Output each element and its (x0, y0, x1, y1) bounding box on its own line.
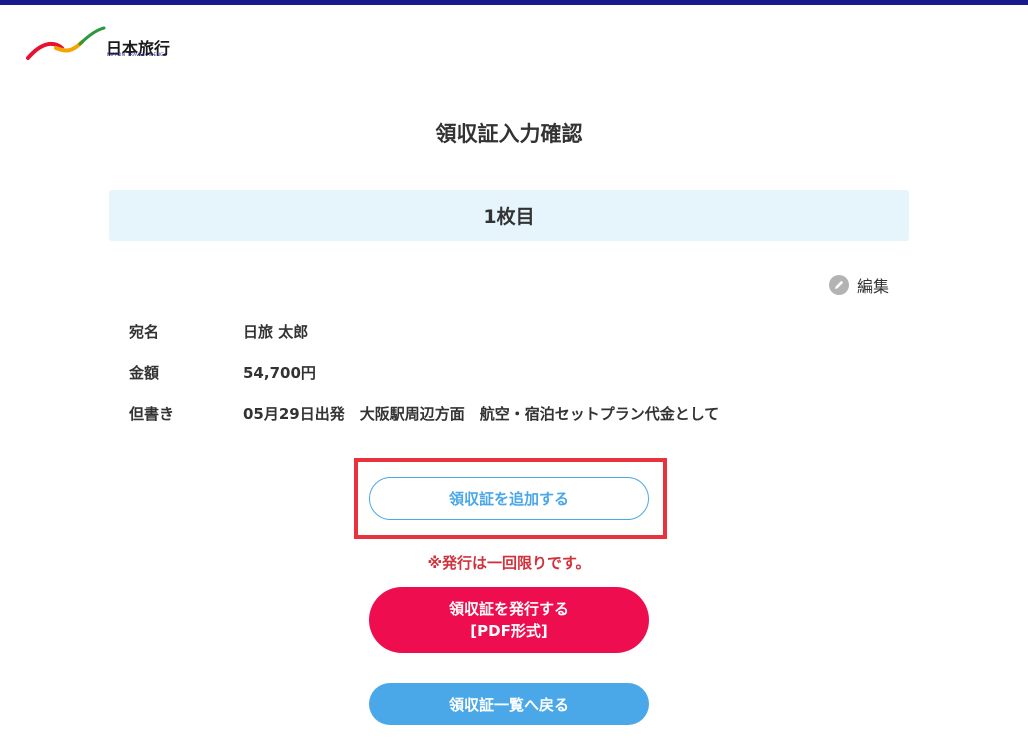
amount-row: 金額 54,700円 (129, 361, 316, 383)
add-receipt-label: 領収証を追加する (448, 490, 569, 508)
pencil-icon (829, 275, 849, 295)
back-to-list-button[interactable]: 領収証一覧へ戻る (369, 683, 649, 725)
add-receipt-button[interactable]: 領収証を追加する (369, 477, 649, 520)
page-title: 領収証入力確認 (435, 122, 583, 146)
note-value: 05月29日出発 大阪駅周辺方面 航空・宿泊セットプラン代金として (243, 404, 720, 423)
sheet-header: 1枚目 (109, 190, 909, 241)
note-row: 但書き 05月29日出発 大阪駅周辺方面 航空・宿泊セットプラン代金として (129, 402, 719, 424)
issue-receipt-label: 領収証を発行する (448, 600, 569, 618)
recipient-row: 宛名 日旅 太郎 (129, 320, 308, 342)
top-accent-bar (0, 0, 1028, 5)
amount-value: 54,700円 (243, 363, 316, 382)
recipient-value: 日旅 太郎 (243, 322, 309, 341)
note-label: 但書き (129, 404, 175, 423)
edit-label: 編集 (857, 277, 890, 296)
amount-label: 金額 (129, 363, 160, 382)
company-logo[interactable]: 日本旅行 NIPPON TRAVEL AGENCY (26, 26, 176, 66)
issue-notice: ※発行は一回限りです。 (427, 554, 591, 572)
recipient-label: 宛名 (129, 322, 160, 341)
issue-receipt-button[interactable]: 領収証を発行する [PDF形式] (369, 587, 649, 653)
issue-receipt-format: [PDF形式] (470, 622, 548, 640)
edit-link[interactable]: 編集 (829, 274, 889, 296)
back-to-list-label: 領収証一覧へ戻る (448, 695, 569, 714)
logo-swoosh-icon (26, 26, 106, 60)
logo-subtext: NIPPON TRAVEL AGENCY (107, 53, 167, 58)
